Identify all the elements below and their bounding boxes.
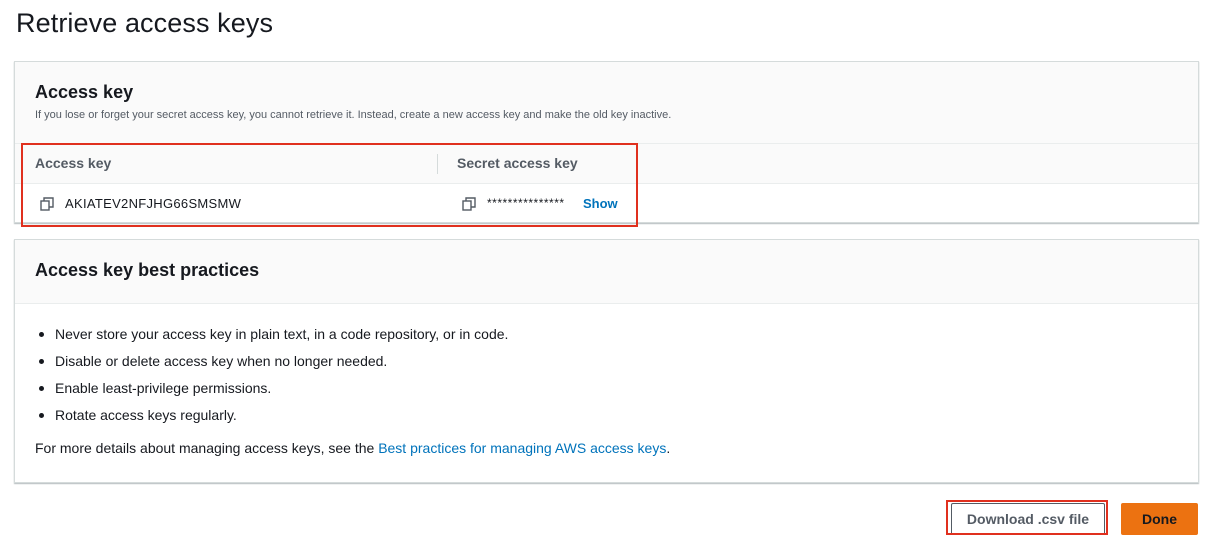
done-button[interactable]: Done bbox=[1121, 503, 1198, 535]
access-key-panel: Access key If you lose or forget your se… bbox=[14, 61, 1199, 223]
more-details-suffix: . bbox=[666, 440, 671, 456]
list-item: Rotate access keys regularly. bbox=[35, 407, 508, 434]
download-csv-button[interactable]: Download .csv file bbox=[951, 503, 1105, 535]
more-details-text: For more details about managing access k… bbox=[35, 440, 670, 456]
access-key-panel-header: Access key If you lose or forget your se… bbox=[15, 62, 1198, 144]
access-key-table: Access key Secret access key AKIATEV2NFJ… bbox=[15, 144, 1198, 224]
best-practices-panel: Access key best practices Never store yo… bbox=[14, 239, 1199, 483]
table-row: AKIATEV2NFJHG66SMSMW *************** Sho… bbox=[15, 184, 1198, 224]
column-header-secret-access-key: Secret access key bbox=[457, 155, 578, 171]
list-item: Disable or delete access key when no lon… bbox=[35, 353, 508, 380]
column-divider bbox=[437, 154, 438, 174]
access-key-description: If you lose or forget your secret access… bbox=[35, 109, 672, 121]
secret-access-key-masked: *************** bbox=[487, 196, 565, 210]
access-key-heading: Access key bbox=[35, 82, 134, 102]
column-header-access-key: Access key bbox=[35, 155, 112, 171]
best-practices-link[interactable]: Best practices for managing AWS access k… bbox=[378, 440, 666, 456]
access-key-value: AKIATEV2NFJHG66SMSMW bbox=[65, 196, 242, 211]
copy-icon[interactable] bbox=[462, 197, 476, 211]
list-item: Never store your access key in plain tex… bbox=[35, 326, 508, 353]
retrieve-access-keys-page: Retrieve access keys Access key If you l… bbox=[0, 0, 1206, 543]
show-secret-link[interactable]: Show bbox=[583, 196, 618, 211]
best-practices-list: Never store your access key in plain tex… bbox=[35, 326, 508, 434]
best-practices-panel-header: Access key best practices bbox=[15, 240, 1198, 304]
more-details-prefix: For more details about managing access k… bbox=[35, 440, 379, 456]
page-title: Retrieve access keys bbox=[16, 8, 274, 38]
copy-icon[interactable] bbox=[40, 197, 54, 211]
table-header-row: Access key Secret access key bbox=[15, 144, 1198, 184]
list-item: Enable least-privilege permissions. bbox=[35, 380, 508, 407]
best-practices-heading: Access key best practices bbox=[35, 260, 260, 280]
